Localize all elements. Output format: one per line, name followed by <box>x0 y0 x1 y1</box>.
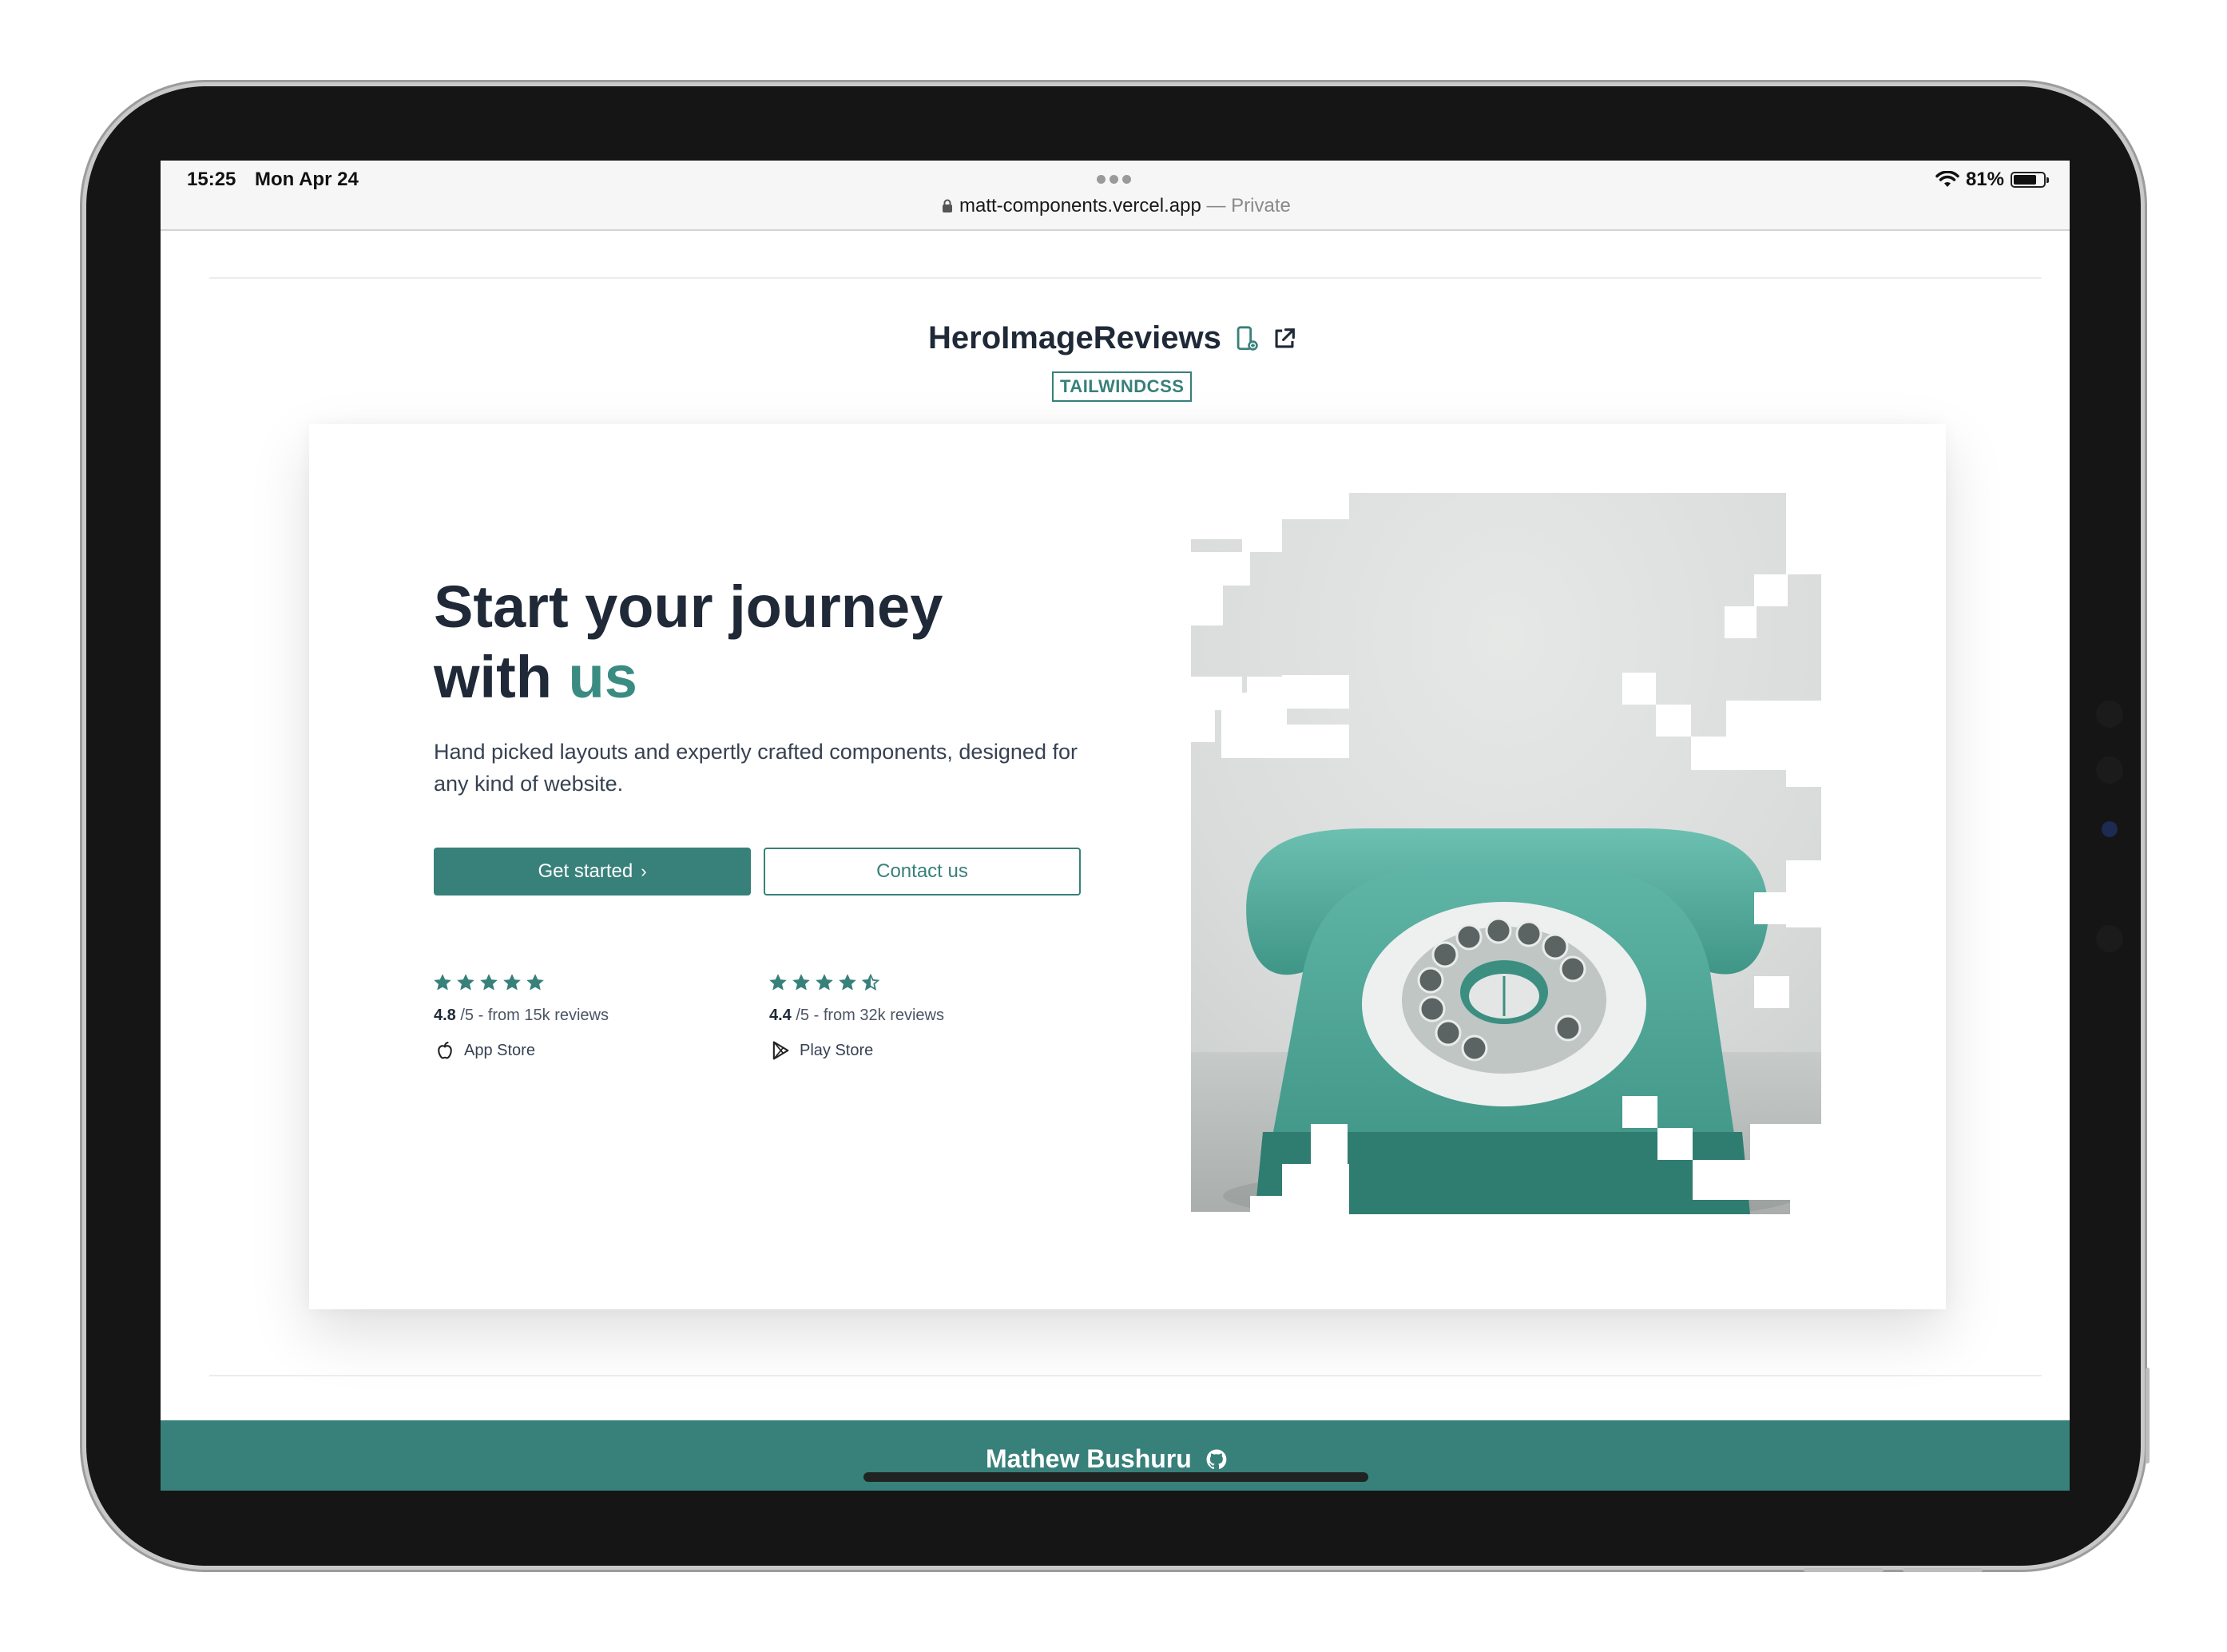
get-started-label: Get started <box>538 860 633 882</box>
status-date: Mon Apr 24 <box>255 169 359 190</box>
component-title: HeroImageReviews <box>928 320 1221 355</box>
star-filled-icon <box>792 974 810 991</box>
hero-image <box>1191 493 1821 1214</box>
contact-us-button[interactable]: Contact us <box>764 848 1081 895</box>
battery-percentage: 81% <box>1965 169 2004 190</box>
store-name: App Store <box>464 1041 535 1059</box>
external-link-icon[interactable] <box>1271 325 1298 352</box>
headline-text: Start your journey with <box>434 574 943 710</box>
star-filled-icon <box>526 974 544 991</box>
store-link-app-store[interactable]: App Store <box>434 1039 737 1062</box>
hero-subtitle: Hand picked layouts and expertly crafted… <box>434 740 1078 796</box>
contact-us-label: Contact us <box>876 860 968 882</box>
status-indicators: 81% <box>1935 169 2049 191</box>
star-filled-icon <box>769 974 787 991</box>
private-label: — Private <box>1206 195 1291 216</box>
rating-suffix: /5 - from 15k reviews <box>460 1007 609 1024</box>
status-time: 15:25 <box>187 169 236 190</box>
more-options-icon[interactable] <box>1097 175 1135 185</box>
top-button <box>1804 1568 1884 1572</box>
top-button-2 <box>1903 1568 1983 1572</box>
chevron-right-icon: › <box>641 861 647 881</box>
review-app-store: 4.8 /5 - from 15k reviews App Store <box>434 974 737 1062</box>
section-divider <box>209 277 2042 279</box>
sensor-dot <box>2096 757 2123 784</box>
address-bar[interactable]: matt-components.vercel.app — Private <box>942 195 1291 217</box>
rating-score: 4.8 <box>434 1007 456 1024</box>
github-icon <box>1206 1449 1227 1469</box>
author-link[interactable]: Mathew Bushuru <box>986 1444 1229 1474</box>
review-play-store: 4.4 /5 - from 32k reviews Play Store <box>769 974 1073 1062</box>
lock-icon <box>943 199 952 212</box>
component-header: HeroImageReviews <box>928 320 1298 356</box>
rating-score: 4.4 <box>769 1007 792 1024</box>
volume-button <box>2146 1368 2150 1463</box>
star-filled-icon <box>816 974 833 991</box>
browser-status-bar: 15:25 Mon Apr 24 matt-components.vercel.… <box>161 161 2070 231</box>
headline-accent: us <box>568 644 637 710</box>
rating-suffix: /5 - from 32k reviews <box>796 1007 944 1024</box>
store-name: Play Store <box>800 1041 874 1059</box>
store-link-play-store[interactable]: Play Store <box>769 1039 1073 1062</box>
home-indicator[interactable] <box>863 1472 1368 1482</box>
apple-icon <box>438 1042 452 1059</box>
play-store-icon <box>772 1041 789 1060</box>
sensor-dot <box>2096 925 2123 952</box>
mobile-preview-icon[interactable] <box>1233 325 1260 352</box>
rating-text: 4.8 /5 - from 15k reviews <box>434 1007 737 1025</box>
hero-headline: Start your journey with us <box>434 572 1073 713</box>
star-filled-icon <box>434 974 451 991</box>
battery-icon <box>2011 172 2049 188</box>
star-half-icon <box>862 974 879 991</box>
sensor-dot <box>2096 701 2123 728</box>
framework-badge: TAILWINDCSS <box>1052 371 1193 402</box>
star-filled-icon <box>457 974 474 991</box>
section-divider <box>209 1375 2042 1376</box>
url-text: matt-components.vercel.app <box>959 195 1201 216</box>
author-name: Mathew Bushuru <box>986 1444 1192 1473</box>
star-filled-icon <box>503 974 521 991</box>
rating-text: 4.4 /5 - from 32k reviews <box>769 1007 1073 1025</box>
camera-lens <box>2102 821 2118 837</box>
star-rating <box>769 974 1073 993</box>
star-rating <box>434 974 737 993</box>
star-filled-icon <box>839 974 856 991</box>
get-started-button[interactable]: Get started › <box>434 848 751 895</box>
wifi-icon <box>1935 171 1959 187</box>
screen: 15:25 Mon Apr 24 matt-components.vercel.… <box>161 161 2070 1491</box>
star-filled-icon <box>480 974 498 991</box>
